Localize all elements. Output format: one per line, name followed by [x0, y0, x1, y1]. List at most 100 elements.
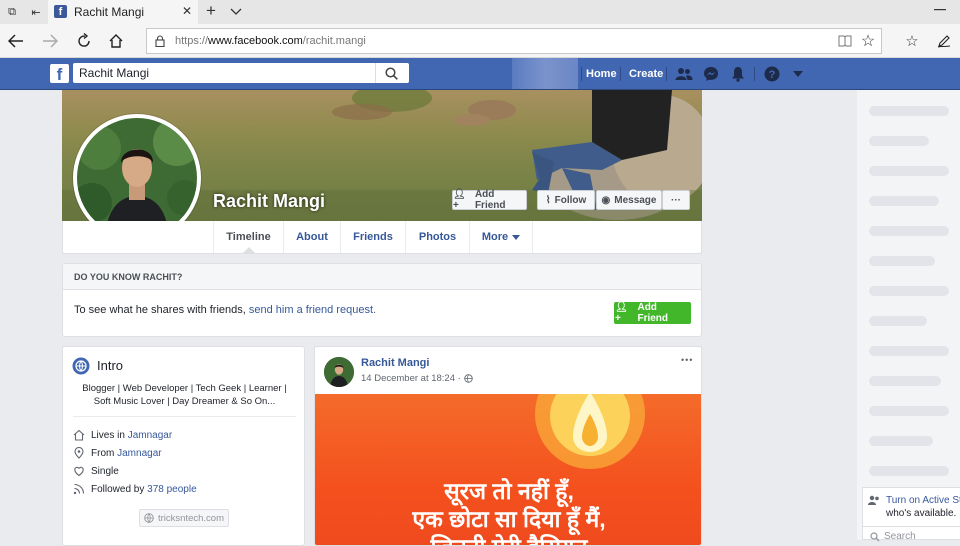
help-question-icon[interactable]: ? — [763, 65, 781, 83]
home-icon[interactable] — [106, 31, 126, 51]
message-label: Message — [614, 194, 657, 206]
lives-prefix: Lives in — [91, 429, 125, 441]
search-box: Rachit Mangi — [73, 63, 409, 83]
tab-more[interactable]: More — [469, 221, 533, 253]
browser-tab[interactable]: f Rachit Mangi ✕ — [48, 0, 198, 24]
active-status-box: Turn on Active Sta who's available. Sear… — [862, 487, 960, 542]
intro-bio-line1: Blogger | Web Developer | Tech Geek | Le… — [82, 383, 287, 394]
profile-tabs-bar: Timeline About Friends Photos More — [62, 221, 702, 254]
tab-timeline[interactable]: Timeline — [213, 221, 283, 253]
chat-sidebar — [857, 90, 960, 540]
minimize-icon[interactable] — [930, 2, 950, 18]
followed-prefix: Followed by — [91, 483, 145, 495]
follow-label: Follow — [554, 194, 587, 206]
avatar-portrait — [324, 357, 354, 387]
add-friend-green-label: Add Friend — [637, 302, 669, 324]
from-prefix: From — [91, 447, 115, 459]
profile-name[interactable]: Rachit Mangi — [213, 191, 325, 212]
more-options-button[interactable]: ··· — [662, 190, 690, 210]
intro-bio-line2: Soft Music Lover | Day Dreamer & So On..… — [93, 396, 276, 407]
heart-icon — [74, 466, 84, 477]
lives-city-link[interactable]: Jamnagar — [128, 430, 172, 441]
refresh-icon[interactable] — [74, 31, 94, 51]
lock-icon — [153, 34, 167, 48]
favorite-star-icon[interactable]: ☆ — [859, 32, 877, 50]
back-arrow-icon[interactable] — [6, 31, 26, 51]
from-row: From Jamnagar — [73, 447, 162, 459]
send-friend-request-link[interactable]: send him a friend request. — [249, 304, 376, 316]
relationship-status: Single — [91, 465, 119, 477]
relationship-row: Single — [73, 465, 119, 477]
url-text: https://www.facebook.com/rachit.mangi — [175, 35, 366, 47]
create-link[interactable]: Create — [629, 68, 663, 80]
friend-requests-icon[interactable] — [674, 65, 694, 83]
web-note-pen-icon[interactable] — [934, 31, 954, 51]
message-button[interactable]: ◉ Message — [596, 190, 662, 210]
home-link[interactable]: Home — [586, 68, 617, 80]
search-icon[interactable] — [383, 65, 399, 81]
chat-search-input[interactable]: Search — [884, 531, 916, 542]
tab-list-dropdown-icon[interactable] — [228, 4, 244, 20]
followed-by-row: Followed by 378 people — [73, 483, 197, 495]
url-scheme: https:// — [175, 35, 209, 47]
browser-address-bar: https://www.facebook.com/rachit.mangi ☆ … — [0, 24, 960, 58]
tab-more-label: More — [481, 231, 509, 243]
post-options-menu[interactable]: ••• — [681, 355, 693, 365]
facebook-logo[interactable]: f — [50, 64, 69, 83]
lives-in-row: Lives in Jamnagar — [73, 429, 172, 441]
more-dots-icon: ··· — [671, 194, 681, 206]
rss-icon: ⌇ — [545, 194, 551, 206]
add-friend-button[interactable]: 👤︎+ Add Friend — [452, 189, 527, 211]
browser-tab-bar: ⧉ ⇤ f Rachit Mangi ✕ + — [0, 0, 960, 24]
tab-friends[interactable]: Friends — [340, 221, 405, 253]
new-tab-button[interactable]: + — [202, 1, 220, 20]
globe-icon — [72, 357, 90, 375]
close-tab-icon[interactable]: ✕ — [180, 4, 194, 18]
tab-friends-label: Friends — [353, 231, 393, 243]
post-image-line3: जितनी मेरी हैसियत — [315, 530, 701, 545]
favorites-hub-icon[interactable]: ☆ — [902, 31, 922, 51]
blurred-profile-shortcut[interactable] — [512, 58, 578, 89]
forward-arrow-icon[interactable] — [40, 31, 60, 51]
svg-text:?: ? — [769, 69, 776, 81]
tab-timeline-label: Timeline — [226, 231, 271, 243]
add-friend-icon: 👤︎+ — [453, 189, 466, 211]
followers-count-link[interactable]: 378 people — [147, 484, 197, 495]
friend-request-prefix: To see what he shares with friends, — [74, 304, 246, 316]
post-image[interactable]: सूरज तो नहीं हूँ, एक छोटा सा दिया हूँ मै… — [315, 394, 701, 545]
search-input[interactable]: Rachit Mangi — [79, 66, 149, 80]
website-url: tricksntech.com — [158, 512, 224, 524]
notifications-bell-icon[interactable] — [729, 65, 747, 83]
tab-photos-label: Photos — [418, 231, 457, 243]
tab-about-label: About — [296, 231, 328, 243]
messenger-small-icon: ◉ — [601, 194, 611, 206]
location-pin-icon — [74, 447, 84, 459]
website-link[interactable]: tricksntech.com — [139, 509, 229, 527]
profile-portrait — [77, 118, 197, 238]
do-you-know-card: DO YOU KNOW RACHIT? To see what he share… — [62, 263, 702, 337]
url-path: /rachit.mangi — [302, 35, 366, 47]
post-timestamp[interactable]: 14 December at 18:24 · — [361, 373, 473, 384]
tab-photos[interactable]: Photos — [405, 221, 469, 253]
set-aside-tabs-icon[interactable]: ⇤ — [28, 4, 44, 20]
people-icon — [867, 494, 881, 506]
add-friend-green-button[interactable]: 👤︎+ Add Friend — [614, 302, 691, 324]
messenger-icon[interactable] — [702, 65, 720, 83]
active-status-text: who's available. — [886, 508, 957, 519]
tab-actions-icon[interactable]: ⧉ — [4, 4, 20, 20]
reading-view-icon[interactable] — [837, 33, 853, 49]
from-city-link[interactable]: Jamnagar — [117, 448, 161, 459]
post-author-avatar[interactable] — [324, 357, 354, 387]
house-icon — [73, 429, 85, 441]
post-author-name[interactable]: Rachit Mangi — [361, 357, 429, 369]
tab-about[interactable]: About — [283, 221, 340, 253]
follow-button[interactable]: ⌇ Follow — [537, 190, 595, 210]
url-domain: www.facebook.com — [208, 35, 303, 47]
url-field[interactable]: https://www.facebook.com/rachit.mangi ☆ — [146, 28, 882, 54]
turn-on-active-status-link[interactable]: Turn on Active Sta — [886, 495, 960, 506]
intro-card: Intro Blogger | Web Developer | Tech Gee… — [62, 346, 305, 546]
post-time-text: 14 December at 18:24 · — [361, 373, 461, 384]
rss-feed-icon — [73, 483, 85, 495]
account-menu-caret-icon[interactable] — [790, 67, 806, 81]
diya-flame-graphic — [535, 394, 645, 469]
